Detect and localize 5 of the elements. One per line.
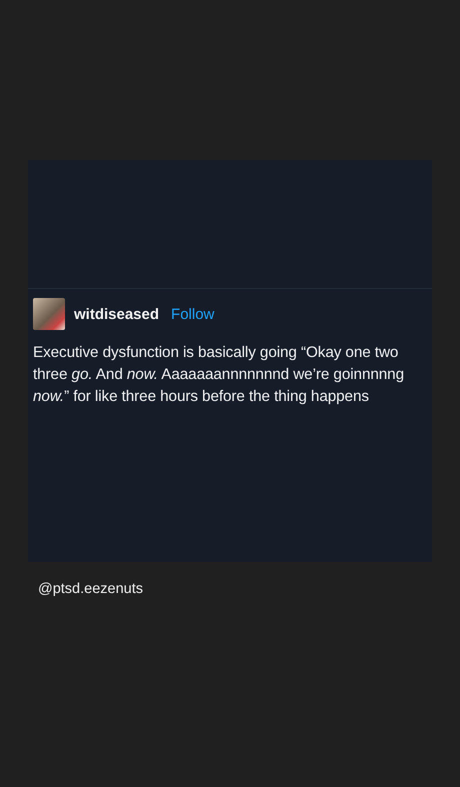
follow-link[interactable]: Follow	[171, 306, 214, 322]
post-text: Executive dysfunction is basically going “Okay one two three go. And now. Aaaaaaannnnnnnd we’re goinnnnng now.” for like three hours before the thing happens	[33, 343, 405, 407]
username[interactable]: witdiseased	[74, 306, 160, 322]
caption-handle: @ptsd.eezenuts	[38, 581, 144, 597]
avatar-image[interactable]	[33, 298, 65, 330]
